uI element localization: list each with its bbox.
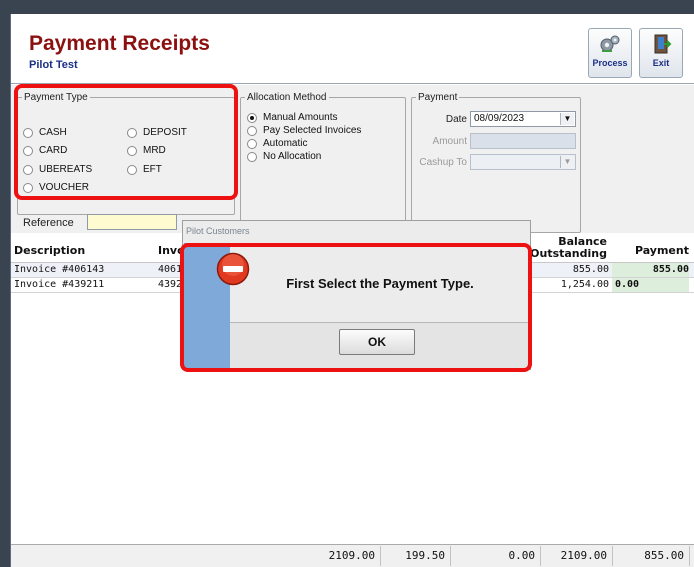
header: Payment Receipts Pilot Test Process Exit [11,14,694,84]
radio-circle [247,151,257,162]
cell-description: Invoice #439211 [14,279,105,290]
radio-circle [23,127,33,138]
page-title: Payment Receipts [29,32,210,55]
radio-label: UBEREATS [39,164,93,175]
total-cell: 199.50 [381,546,451,566]
payment-type-legend: Payment Type [24,92,88,103]
exit-label: Exit [652,58,670,68]
cashup-select[interactable]: ▼ [470,154,576,170]
radio-circle [23,164,33,175]
chevron-down-icon[interactable]: ▼ [560,113,574,125]
chevron-down-icon[interactable]: ▼ [560,156,574,168]
process-button[interactable]: Process [588,28,632,78]
gears-icon [600,35,620,52]
page-subtitle: Pilot Test [29,59,78,71]
radio-no-allocation[interactable]: No Allocation [247,151,321,162]
radio-label: No Allocation [263,151,322,162]
radio-label: Manual Amounts [263,112,338,123]
radio-label: EFT [143,164,162,175]
amount-input[interactable] [470,133,576,149]
col-balance-line2[interactable]: Outstanding [527,247,607,260]
date-label: Date [445,114,467,125]
radio-manual-amounts[interactable]: Manual Amounts [247,112,338,123]
radio-label: CASH [39,127,67,138]
amount-label: Amount [432,136,467,147]
dialog-message: First Select the Payment Type. [286,276,474,291]
cell-invoice: 4061 [158,264,183,275]
radio-cash[interactable]: CASH [23,127,67,138]
radio-deposit[interactable]: DEPOSIT [127,127,187,138]
cell-balance: 855.00 [572,264,609,275]
date-value: 08/09/2023 [474,113,525,124]
radio-circle [247,125,257,136]
radio-mrd[interactable]: MRD [127,145,166,156]
total-cell: 2109.00 [541,546,613,566]
cell-payment[interactable]: 0.00 [615,279,639,290]
totals-bar: 2109.00 199.50 0.00 2109.00 855.00 [11,544,694,567]
process-label: Process [592,58,628,68]
radio-automatic[interactable]: Automatic [247,138,307,149]
reference-input[interactable] [87,214,177,230]
cashup-label: Cashup To [419,157,467,168]
radio-circle [247,112,257,123]
radio-label: DEPOSIT [143,127,187,138]
total-cell: 0.00 [451,546,541,566]
cell-description: Invoice #406143 [14,264,105,275]
radio-label: CARD [39,145,68,156]
radio-voucher[interactable]: VOUCHER [23,182,89,193]
total-cell: 2109.00 [311,546,381,566]
col-invoice[interactable]: Invo [158,244,185,257]
exit-door-icon [654,34,672,54]
radio-circle [127,127,137,138]
message-dialog: Pilot Customers First Select the Payment… [182,220,531,370]
dialog-separator [230,322,530,323]
col-payment[interactable]: Payment [615,244,689,257]
allocation-method-legend: Allocation Method [247,92,327,103]
radio-label: Automatic [263,138,308,149]
radio-ubereats[interactable]: UBEREATS [23,164,92,175]
total-cell: 855.00 [613,546,690,566]
radio-circle [23,182,33,193]
radio-eft[interactable]: EFT [127,164,162,175]
radio-circle [23,145,33,156]
radio-circle [127,145,137,156]
exit-button[interactable]: Exit [639,28,683,78]
radio-circle [127,164,137,175]
options-panel: Payment Type CASH DEPOSIT CARD MRD UBERE… [11,85,694,233]
date-input[interactable]: 08/09/2023 ▼ [470,111,576,127]
reference-label: Reference [23,217,74,229]
radio-pay-selected-invoices[interactable]: Pay Selected Invoices [247,125,361,136]
radio-card[interactable]: CARD [23,145,67,156]
cell-invoice: 4392 [158,279,183,290]
radio-label: MRD [143,145,166,156]
radio-label: VOUCHER [39,182,90,193]
radio-circle [247,138,257,149]
col-description[interactable]: Description [14,244,85,257]
dialog-title: Pilot Customers [186,226,250,236]
cell-payment[interactable]: 855.00 [615,264,689,275]
radio-label: Pay Selected Invoices [263,125,362,136]
payment-legend: Payment [418,92,458,103]
cell-balance: 1,254.00 [560,279,609,290]
ok-button[interactable]: OK [339,329,415,355]
